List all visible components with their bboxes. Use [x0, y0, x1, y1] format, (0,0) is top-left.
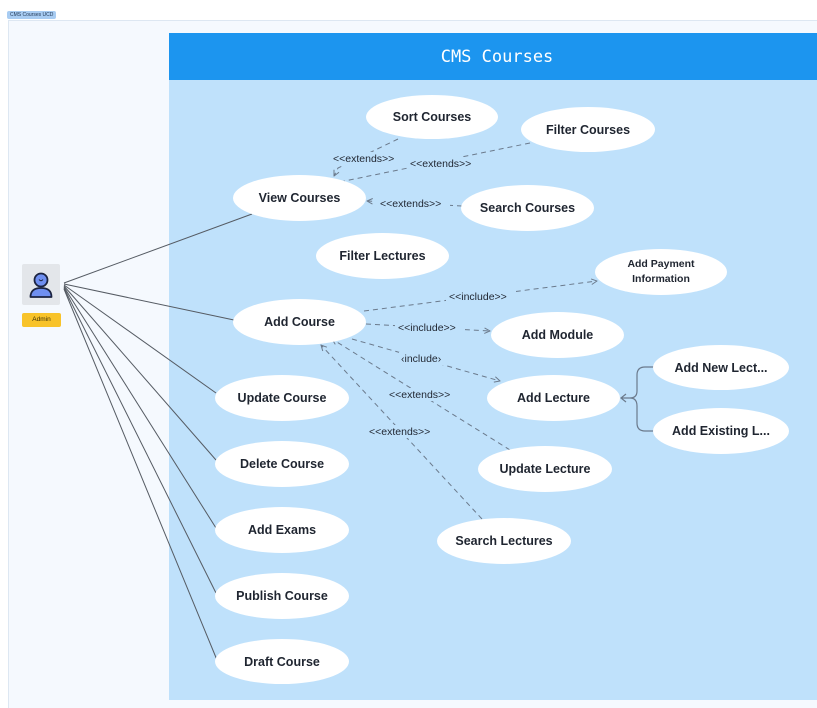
usecase-filter-courses[interactable]: Filter Courses	[521, 107, 655, 152]
assoc-update-course	[63, 284, 217, 394]
usecase-filter-lectures[interactable]: Filter Lectures	[316, 233, 449, 279]
usecase-add-payment-information[interactable]: Add Payment Information	[595, 249, 727, 295]
usecase-update-lecture[interactable]: Update Lecture	[478, 446, 612, 492]
usecase-add-course[interactable]: Add Course	[233, 299, 366, 345]
lecture-bracket	[629, 366, 654, 432]
label-extends-search-lectures: <<extends>>	[369, 426, 430, 438]
usecase-delete-course[interactable]: Delete Course	[215, 441, 349, 487]
assoc-publish-course	[63, 287, 218, 596]
assoc-add-exams	[63, 286, 217, 529]
label-extends-search: <<extends>>	[380, 198, 441, 210]
usecase-view-courses[interactable]: View Courses	[233, 175, 366, 221]
label-include-module: <<include>>	[398, 322, 456, 334]
assoc-delete-course	[63, 285, 217, 461]
usecase-sort-courses[interactable]: Sort Courses	[366, 95, 498, 139]
label-extends-filter: <<extends>>	[410, 158, 471, 170]
usecase-draft-course[interactable]: Draft Course	[215, 639, 349, 684]
usecase-update-course[interactable]: Update Course	[215, 375, 349, 421]
label-include-payment: <<include>>	[449, 291, 507, 303]
usecase-add-lecture[interactable]: Add Lecture	[487, 375, 620, 421]
assoc-draft-course	[63, 288, 218, 661]
user-icon	[29, 272, 53, 298]
usecase-search-lectures[interactable]: Search Lectures	[437, 518, 571, 564]
label-extends-sort: <<extends>>	[333, 153, 394, 165]
usecase-add-module[interactable]: Add Module	[491, 312, 624, 358]
lecture-bracket-arrow	[620, 393, 630, 403]
usecase-search-courses[interactable]: Search Courses	[461, 185, 594, 231]
actor-name: Admin	[22, 313, 61, 327]
usecase-add-exams[interactable]: Add Exams	[215, 507, 349, 553]
usecase-publish-course[interactable]: Publish Course	[215, 573, 349, 619]
usecase-add-new-lecture[interactable]: Add New Lect...	[653, 345, 789, 390]
label-include-lecture: ‹include›	[401, 353, 442, 365]
label-extends-update-lecture: <<extends>>	[389, 389, 450, 401]
actor-admin[interactable]	[22, 264, 60, 305]
assoc-view-courses	[63, 213, 253, 284]
usecase-add-existing-lecture[interactable]: Add Existing L...	[653, 408, 789, 454]
